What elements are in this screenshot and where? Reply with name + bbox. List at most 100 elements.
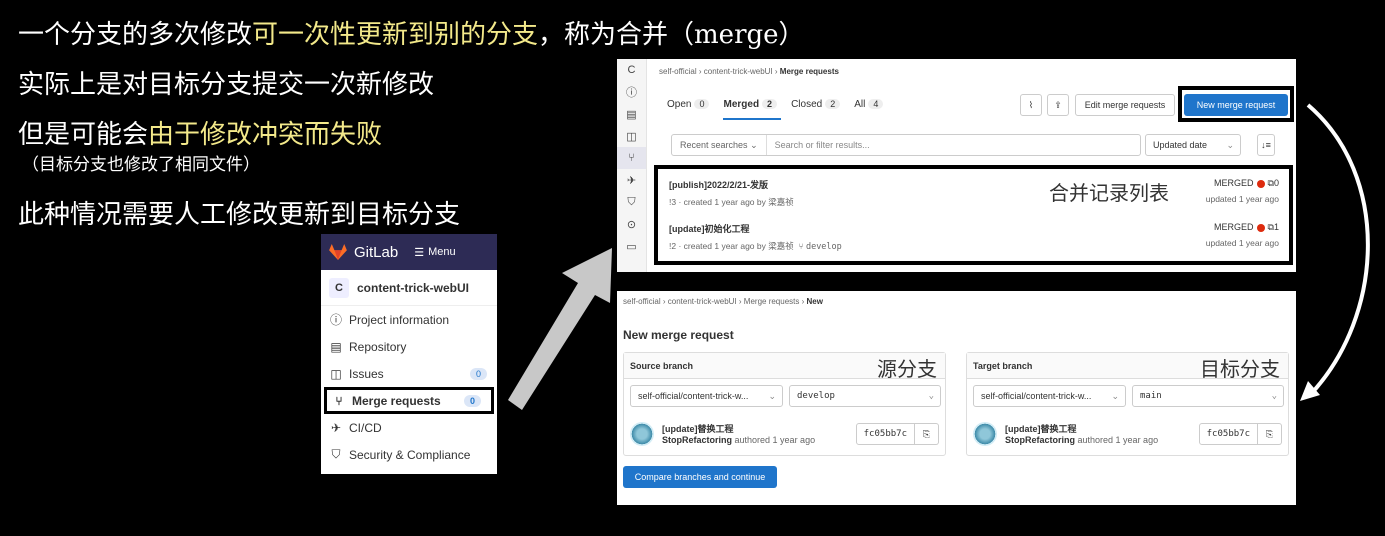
commit-author[interactable]: StopRefactoring (662, 435, 732, 445)
hamburger-icon: ☰ (414, 246, 425, 259)
commit-sha[interactable]: fc05bb7c (1198, 423, 1258, 445)
tab-closed[interactable]: Closed 2 (791, 99, 841, 110)
slide-line-2: 实际上是对目标分支提交一次新修改 (18, 70, 435, 100)
source-project-select[interactable]: self-official/content-trick-w... ⌄ (630, 385, 783, 407)
edit-merge-requests-button[interactable]: Edit merge requests (1075, 94, 1175, 116)
mr-state-tabs: Open 0 Merged 2 Closed 2 All 4 (667, 99, 884, 110)
copy-sha-button[interactable]: ⎘ (915, 423, 939, 445)
sidebar-item-label: Issues (349, 366, 384, 381)
sidebar-item-label: Project information (349, 312, 450, 327)
commit-author-line: StopRefactoring authored 1 year ago (662, 435, 815, 445)
sidebar-item-label: Security & Compliance (349, 447, 471, 462)
rocket-icon[interactable]: ✈ (617, 169, 646, 191)
closed-pipeline-icon (1256, 179, 1265, 188)
menu-button[interactable]: ☰ Menu (414, 246, 455, 259)
breadcrumb-item[interactable]: content-trick-webUI (668, 297, 737, 306)
copy-sha-button[interactable]: ⎘ (1258, 423, 1282, 445)
source-branch-heading: Source branch 源分支 (624, 353, 945, 381)
source-branch-select[interactable]: develop ⌄ (789, 385, 941, 407)
mr-status: MERGED ⧉1 updated 1 year ago (1206, 222, 1279, 248)
tab-count: 2 (762, 99, 778, 109)
sort-dropdown[interactable]: Updated date ⌄ (1145, 134, 1241, 156)
text-segment: ，称为合并（merge） (538, 20, 805, 50)
source-branch-card: Source branch 源分支 self-official/content-t… (623, 352, 946, 456)
heading-label: Target branch (973, 361, 1033, 371)
rss-button[interactable]: ⌇ (1020, 94, 1042, 116)
curved-arrow-icon (1300, 103, 1370, 401)
project-avatar: C (329, 277, 349, 298)
menu-label: Menu (428, 246, 456, 258)
sidebar-item-security[interactable]: ⛉ Security & Compliance (321, 441, 497, 468)
tab-open[interactable]: Open 0 (667, 99, 710, 110)
avatar (630, 422, 654, 446)
commit-sha[interactable]: fc05bb7c (855, 423, 915, 445)
merge-request-icon: ⑂ (335, 393, 343, 408)
export-button[interactable]: ⇪ (1047, 94, 1069, 116)
chevron-down-icon: ⌄ (928, 391, 934, 401)
commit-title[interactable]: [update]替换工程 (662, 422, 734, 435)
target-project-select[interactable]: self-official/content-trick-w... ⌄ (973, 385, 1126, 407)
breadcrumb-item[interactable]: self-official (659, 67, 697, 76)
commit-author[interactable]: StopRefactoring (1005, 435, 1075, 445)
project-avatar[interactable]: C (617, 59, 646, 81)
breadcrumb: self-official › content-trick-webUI › Me… (623, 297, 823, 306)
mr-title[interactable]: [publish]2022/2/21-发版 (669, 178, 1279, 191)
tab-merged[interactable]: Merged 2 (723, 99, 778, 110)
merge-request-icon[interactable]: ⑂ (617, 147, 646, 169)
commit-title[interactable]: [update]替换工程 (1005, 422, 1077, 435)
breadcrumb-item[interactable]: self-official (623, 297, 661, 306)
mr-updated: updated 1 year ago (1205, 238, 1279, 248)
sidebar-item-ci-cd[interactable]: ✈ CI/CD (321, 414, 497, 441)
chevron-down-icon: ⌄ (1226, 139, 1234, 150)
mr-updated: updated 1 year ago (1205, 194, 1279, 204)
recent-searches-dropdown[interactable]: Recent searches ⌄ (672, 135, 767, 155)
target-branch-select[interactable]: main ⌄ (1132, 385, 1284, 407)
avatar (973, 422, 997, 446)
highlight-text: 可一次性更新到别的分支 (252, 20, 539, 50)
mr-row[interactable]: [update]初始化工程 !2 · created 1 year ago by… (669, 222, 1279, 262)
breadcrumb-item[interactable]: Merge requests (744, 297, 800, 306)
breadcrumb-item[interactable]: Merge requests (780, 67, 839, 76)
sidebar-item-project-information[interactable]: ⓘ Project information (321, 306, 497, 333)
repository-icon[interactable]: ▤ (617, 103, 646, 125)
mr-meta: !2 · created 1 year ago by 梁嘉祯 ⑂ develop (669, 240, 1279, 252)
comment-count: 1 (1273, 222, 1279, 232)
search-input[interactable]: Search or filter results... (767, 140, 878, 150)
tab-count: 4 (868, 99, 884, 109)
page-title: New merge request (623, 328, 734, 342)
shield-icon[interactable]: ⛉ (617, 191, 646, 213)
rocket-icon: ✈ (330, 420, 342, 435)
tab-label: All (854, 99, 866, 110)
gitlab-logo-icon[interactable] (329, 244, 347, 260)
tab-all[interactable]: All 4 (854, 99, 884, 110)
sort-direction-button[interactable]: ↓≡ (1257, 134, 1275, 156)
mr-status-label: MERGED (1214, 178, 1254, 188)
mr-row[interactable]: [publish]2022/2/21-发版 !3 · created 1 yea… (669, 178, 1279, 218)
compare-branches-button[interactable]: Compare branches and continue (623, 466, 777, 488)
project-header[interactable]: C content-trick-webUI (321, 270, 497, 306)
rss-icon: ⌇ (1028, 99, 1034, 110)
target-latest-commit: [update]替换工程 StopRefactoring authored 1 … (973, 419, 1282, 449)
mr-status-label: MERGED (1214, 222, 1254, 232)
info-icon[interactable]: ⓘ (617, 81, 646, 103)
issues-icon[interactable]: ◫ (617, 125, 646, 147)
chevron-down-icon: ⌄ (1271, 391, 1277, 401)
select-value: self-official/content-trick-w... (638, 391, 749, 401)
monitor-icon[interactable]: ▭ (617, 235, 646, 257)
deploy-icon[interactable]: ⊙ (617, 213, 646, 235)
slide-line-3-note: （目标分支也修改了相同文件） (22, 155, 260, 175)
commit-author-line: StopRefactoring authored 1 year ago (1005, 435, 1158, 445)
tab-label: Open (667, 99, 692, 110)
sidebar-item-merge-requests[interactable]: ⑂ Merge requests 0 (324, 387, 494, 414)
breadcrumb: self-official › content-trick-webUI › Me… (659, 67, 839, 76)
breadcrumb-item[interactable]: New (807, 297, 823, 306)
gitlab-topbar: GitLab ☰ Menu (321, 234, 497, 270)
chevron-down-icon: ⌄ (1111, 390, 1119, 401)
breadcrumb-item[interactable]: content-trick-webUI (704, 67, 773, 76)
commit-time: authored 1 year ago (1075, 435, 1159, 445)
sidebar-item-issues[interactable]: ◫ Issues 0 (321, 360, 497, 387)
chevron-down-icon: ⌄ (768, 390, 776, 401)
sidebar-item-repository[interactable]: ▤ Repository (321, 333, 497, 360)
highlight-box (1178, 86, 1294, 122)
mr-title[interactable]: [update]初始化工程 (669, 222, 1279, 235)
